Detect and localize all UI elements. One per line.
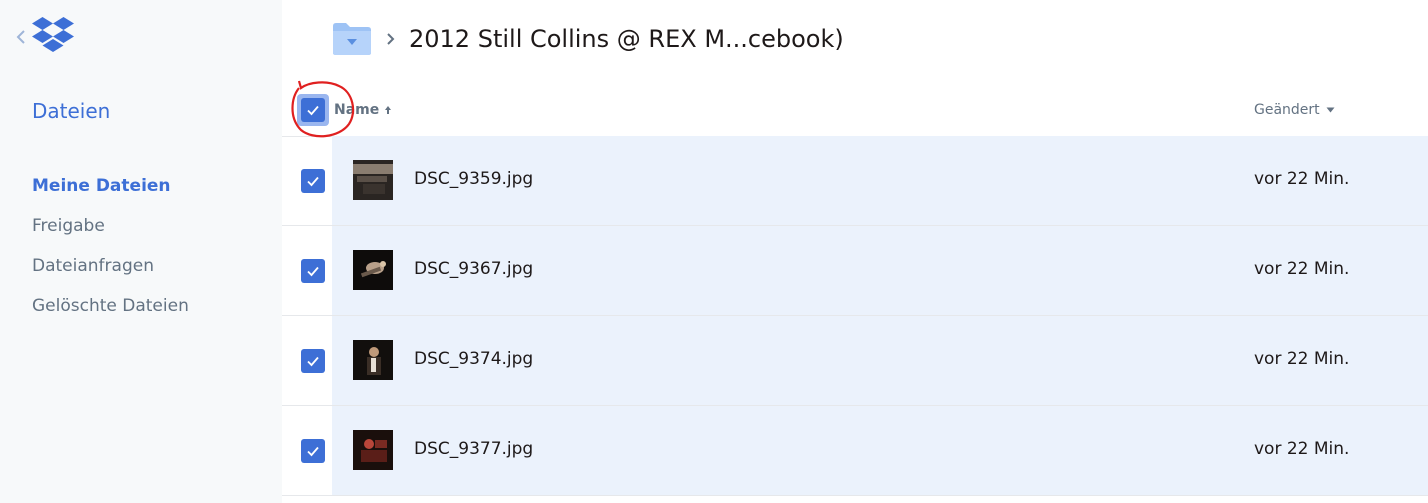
chevron-left-icon[interactable] <box>14 28 28 46</box>
checkmark-icon <box>307 356 319 367</box>
image-thumbnail <box>353 250 393 290</box>
file-name[interactable]: DSC_9359.jpg <box>414 169 533 189</box>
checkmark-icon <box>307 446 319 457</box>
table-row[interactable]: DSC_9374.jpg vor 22 Min. <box>282 316 1428 406</box>
image-thumbnail <box>353 160 393 200</box>
checkmark-icon <box>307 266 319 277</box>
sort-ascending-icon <box>385 106 392 114</box>
sidebar-item-file-requests[interactable]: Dateianfragen <box>32 254 189 294</box>
sidebar-item-deleted-files[interactable]: Gelöschte Dateien <box>32 294 189 334</box>
row-checkbox[interactable] <box>301 169 325 193</box>
file-name[interactable]: DSC_9374.jpg <box>414 349 533 369</box>
image-thumbnail <box>353 430 393 470</box>
row-checkbox[interactable] <box>301 349 325 373</box>
chevron-right-icon <box>387 33 395 45</box>
row-checkbox[interactable] <box>301 259 325 283</box>
sidebar-nav: Meine Dateien Freigabe Dateianfragen Gel… <box>32 174 189 334</box>
row-checkbox[interactable] <box>301 439 325 463</box>
main-content: 2012 Still Collins @ REX M...cebook) Nam… <box>282 0 1428 503</box>
table-row[interactable]: DSC_9367.jpg vor 22 Min. <box>282 226 1428 316</box>
sidebar-item-sharing[interactable]: Freigabe <box>32 214 189 254</box>
checkmark-icon <box>307 105 319 116</box>
sidebar-heading-files[interactable]: Dateien <box>32 99 110 123</box>
file-list: DSC_9359.jpg vor 22 Min. DSC_9367.jpg vo… <box>282 136 1428 496</box>
caret-down-icon <box>1326 107 1335 113</box>
table-header: Name Geändert <box>282 80 1428 138</box>
column-header-modified-label: Geändert <box>1254 102 1320 118</box>
sidebar: Dateien Meine Dateien Freigabe Dateianfr… <box>0 0 282 503</box>
folder-icon[interactable] <box>332 22 372 56</box>
file-modified: vor 22 Min. <box>1254 439 1350 459</box>
dropbox-app: Dateien Meine Dateien Freigabe Dateianfr… <box>0 0 1428 503</box>
table-row[interactable]: DSC_9359.jpg vor 22 Min. <box>282 136 1428 226</box>
file-name[interactable]: DSC_9377.jpg <box>414 439 533 459</box>
checkmark-icon <box>307 176 319 187</box>
column-header-name[interactable]: Name <box>334 102 392 118</box>
select-all-checkbox[interactable] <box>301 98 325 122</box>
sidebar-item-my-files[interactable]: Meine Dateien <box>32 174 189 214</box>
page-title: 2012 Still Collins @ REX M...cebook) <box>409 25 844 53</box>
breadcrumb: 2012 Still Collins @ REX M...cebook) <box>332 18 844 60</box>
dropbox-logo-icon[interactable] <box>32 16 74 54</box>
select-all-checkbox-wrapper <box>297 94 329 126</box>
column-header-name-label: Name <box>334 102 380 118</box>
file-name[interactable]: DSC_9367.jpg <box>414 259 533 279</box>
column-header-modified[interactable]: Geändert <box>1254 102 1335 118</box>
file-modified: vor 22 Min. <box>1254 169 1350 189</box>
image-thumbnail <box>353 340 393 380</box>
file-modified: vor 22 Min. <box>1254 349 1350 369</box>
file-modified: vor 22 Min. <box>1254 259 1350 279</box>
table-row[interactable]: DSC_9377.jpg vor 22 Min. <box>282 406 1428 496</box>
